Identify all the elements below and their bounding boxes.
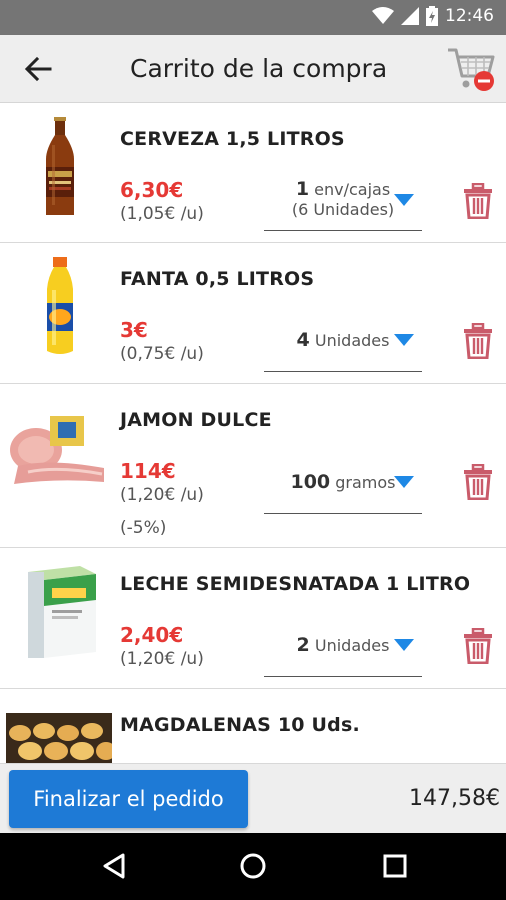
cart-item: FANTA 0,5 LITROS 3€ (0,75€ /u) 4 Unidade…	[0, 243, 506, 384]
battery-icon	[426, 6, 438, 26]
beer-bottle-image	[46, 117, 74, 215]
checkout-bar: Finalizar el pedido 147,58€	[0, 763, 506, 834]
trash-icon[interactable]	[463, 183, 493, 219]
unit-price: (1,20€ /u)	[120, 485, 204, 505]
milk-carton-image	[28, 566, 96, 658]
product-name: LECHE SEMIDESNATADA 1 LITRO	[120, 573, 471, 595]
recents-square-icon[interactable]	[380, 851, 410, 881]
home-circle-icon[interactable]	[238, 851, 268, 881]
cart-remove-icon[interactable]	[446, 44, 498, 94]
order-total: 147,58€	[409, 786, 500, 811]
chevron-down-icon	[394, 476, 414, 488]
chevron-down-icon	[394, 334, 414, 346]
cart-item: LECHE SEMIDESNATADA 1 LITRO 2,40€ (1,20€…	[0, 548, 506, 689]
page-title: Carrito de la compra	[130, 54, 388, 83]
cart-item: MAGDALENAS 10 Uds.	[0, 689, 506, 763]
product-price: 114€	[120, 459, 176, 483]
status-bar: 12:46	[0, 0, 506, 35]
unit-price: (1,20€ /u)	[120, 649, 204, 669]
signal-icon	[401, 7, 419, 25]
toolbar: Carrito de la compra	[0, 35, 506, 103]
quantity-dropdown[interactable]: 2 Unidades	[264, 634, 422, 677]
quantity-value: 1	[295, 178, 310, 200]
cart-item: CERVEZA 1,5 LITROS 6,30€ (1,05€ /u) 1 en…	[0, 103, 506, 243]
arrow-left-icon[interactable]	[22, 54, 54, 84]
finalize-order-button[interactable]: Finalizar el pedido	[9, 770, 248, 828]
quantity-value: 4	[296, 329, 310, 351]
quantity-unit: Unidades	[314, 636, 390, 655]
quantity-value: 100	[290, 471, 331, 493]
cart-item: JAMON DULCE 114€ (1,20€ /u) (-5%) 100 gr…	[0, 384, 506, 548]
product-name: FANTA 0,5 LITROS	[120, 268, 315, 290]
discount-label: (-5%)	[120, 518, 167, 538]
unit-price: (0,75€ /u)	[120, 344, 204, 364]
quantity-unit: gramos	[335, 473, 396, 492]
product-price: 2,40€	[120, 623, 184, 647]
soda-bottle-image	[47, 257, 73, 354]
back-triangle-icon[interactable]	[99, 851, 129, 881]
quantity-unit: Unidades	[314, 331, 390, 350]
system-nav-bar	[0, 833, 506, 900]
muffins-image	[6, 713, 112, 763]
quantity-dropdown[interactable]: 100 gramos	[264, 471, 422, 514]
product-name: MAGDALENAS 10 Uds.	[120, 714, 360, 736]
quantity-dropdown[interactable]: 1 env/cajas (6 Unidades)	[264, 178, 422, 231]
status-time: 12:46	[445, 6, 494, 26]
quantity-unit: env/cajas	[314, 180, 391, 199]
product-name: JAMON DULCE	[120, 409, 272, 431]
cart-item-list[interactable]: CERVEZA 1,5 LITROS 6,30€ (1,05€ /u) 1 en…	[0, 103, 506, 763]
unit-price: (1,05€ /u)	[120, 204, 204, 224]
status-icons: 12:46	[372, 6, 494, 26]
ham-image	[10, 416, 104, 484]
trash-icon[interactable]	[463, 323, 493, 359]
quantity-value: 2	[296, 634, 310, 656]
chevron-down-icon	[394, 194, 414, 206]
wifi-icon	[372, 7, 394, 24]
trash-icon[interactable]	[463, 464, 493, 500]
product-price: 6,30€	[120, 178, 184, 202]
product-name: CERVEZA 1,5 LITROS	[120, 128, 345, 150]
product-price: 3€	[120, 318, 148, 342]
chevron-down-icon	[394, 639, 414, 651]
trash-icon[interactable]	[463, 628, 493, 664]
quantity-dropdown[interactable]: 4 Unidades	[264, 329, 422, 372]
